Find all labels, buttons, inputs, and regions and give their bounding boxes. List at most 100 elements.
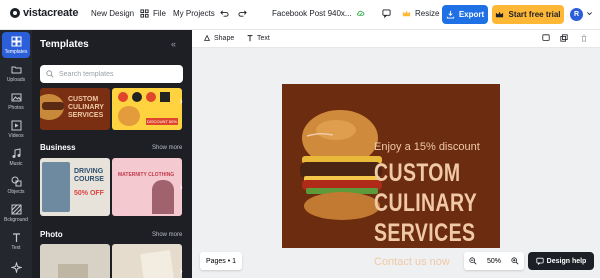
rail-item-videos[interactable]: Videos [2,116,30,142]
pizza-image [118,106,140,126]
search-box[interactable] [40,65,183,83]
duplicate-button[interactable] [560,34,568,42]
carousel-next-button[interactable]: › [176,264,186,278]
comments-button[interactable] [382,9,391,18]
shape-decoration [160,92,170,102]
text-icon [12,232,20,242]
design-headline-1[interactable]: CUSTOM [374,160,460,186]
account-menu-button[interactable] [586,10,593,17]
crown-icon [402,10,411,17]
file-label: File [153,9,166,18]
search-input[interactable] [59,70,169,78]
collapse-panel-button[interactable]: « [171,39,176,49]
text-tool-button[interactable]: Text [246,34,270,42]
rail-item-photos[interactable]: Photos [2,88,30,114]
redo-icon [238,10,247,17]
template-thumb-pizza[interactable]: DISCOUNT 50% [112,88,182,130]
carousel-next-button[interactable]: › [176,94,186,108]
export-label: Export [458,10,485,19]
pages-button[interactable]: Pages • 1 [200,252,242,270]
add-comment-button[interactable] [542,34,550,42]
undo-icon [220,10,229,17]
zoom-level: 50% [486,257,501,265]
rail-label: Bckground [4,216,28,223]
design-headline-3[interactable]: SERVICES [374,220,475,246]
canvas-area: Shape Text Enjoy a 15% discount CUSTOM C… [192,30,600,278]
rail-item-more[interactable] [2,254,30,280]
rail-item-uploads[interactable]: Uploads [2,60,30,86]
undo-button[interactable] [220,9,229,18]
rail-item-objects[interactable]: Objects [2,172,30,198]
image-icon [11,93,21,101]
shape-decoration [146,92,156,102]
shape-tool-button[interactable]: Shape [203,34,234,42]
design-help-button[interactable]: Design help [528,252,594,270]
design-headline-2[interactable]: CULINARY [374,190,477,216]
design-subtitle[interactable]: Enjoy a 15% discount [374,141,480,153]
chat-icon [536,257,544,265]
template-thumb-culinary[interactable]: CUSTOM CULINARY SERVICES [40,88,110,130]
rail-item-text[interactable]: Text [2,228,30,254]
rail-label: Text [11,244,21,251]
text-icon [247,35,253,42]
rail-label: Objects [7,188,25,195]
design-canvas[interactable]: Enjoy a 15% discount CUSTOM CULINARY SER… [282,84,500,248]
burger-patty [42,102,64,110]
trash-icon [581,34,587,42]
export-button[interactable]: Export [442,5,488,24]
shape-decoration [118,92,128,102]
new-design-button[interactable]: New Design [91,9,134,18]
my-projects-button[interactable]: My Projects [173,9,215,18]
download-icon [446,10,454,19]
template-thumb-driving[interactable]: DRIVING COURSE 50% OFF [40,158,110,216]
my-projects-label: My Projects [173,9,215,18]
document-title-text: Facebook Post 940x... [272,9,352,18]
thumb-text: CUSTOM CULINARY SERVICES [68,96,104,119]
logo-text: vistacreate [23,7,79,19]
document-title[interactable]: Facebook Post 940x... [272,9,365,18]
text-label: Text [257,34,270,42]
shape-label: Shape [214,34,235,42]
logo[interactable]: vistacreate [10,7,78,19]
show-more-business-link[interactable]: Show more [152,145,182,151]
shape-icon [203,34,211,41]
new-design-label: New Design [91,9,135,18]
rail-item-templates[interactable]: Templates [2,32,30,58]
zoom-control: 50% [464,252,524,270]
folder-icon [11,66,21,73]
photo-image [42,162,70,212]
carousel-next-button[interactable]: › [176,180,186,194]
design-cta[interactable]: Contact us now [374,256,450,268]
shape-decoration [132,92,142,102]
section-title-business: Business [40,143,76,152]
template-thumb-maternity[interactable]: MATERNITY CLOTHING [112,158,182,216]
redo-button[interactable] [238,9,247,18]
templates-panel: Templates « CUSTOM CULINARY SERVICES DIS… [32,30,192,278]
decorative-swash [306,132,334,137]
thumb-text: DRIVING COURSE 50% OFF [74,168,104,197]
templates-icon [11,36,21,46]
template-thumb-photo-2[interactable] [112,244,182,278]
zoom-in-icon[interactable] [511,257,519,265]
rail-item-music[interactable]: Music [2,144,30,170]
resize-button[interactable]: Resize [402,9,439,18]
rail-item-background[interactable]: Bckground [2,200,30,226]
chevron-down-icon [587,12,592,16]
menu-icon [140,9,149,18]
photo-image [58,264,88,278]
show-more-photo-link[interactable]: Show more [152,232,182,238]
music-icon [12,147,20,158]
file-menu-button[interactable]: File [140,9,166,18]
search-icon [46,70,54,78]
crown-icon [496,11,504,18]
avatar[interactable]: R [570,8,583,21]
rail-label: Templates [4,48,28,55]
template-thumb-photo-1[interactable] [40,244,110,278]
thumb-text: DISCOUNT 50% [146,118,178,125]
rail-label: Videos [8,132,24,139]
start-free-trial-button[interactable]: Start free trial [492,5,564,24]
rail-label: Photos [8,104,24,111]
free-trial-label: Start free trial [508,10,561,19]
zoom-out-icon[interactable] [469,257,477,265]
delete-button[interactable] [580,34,588,42]
